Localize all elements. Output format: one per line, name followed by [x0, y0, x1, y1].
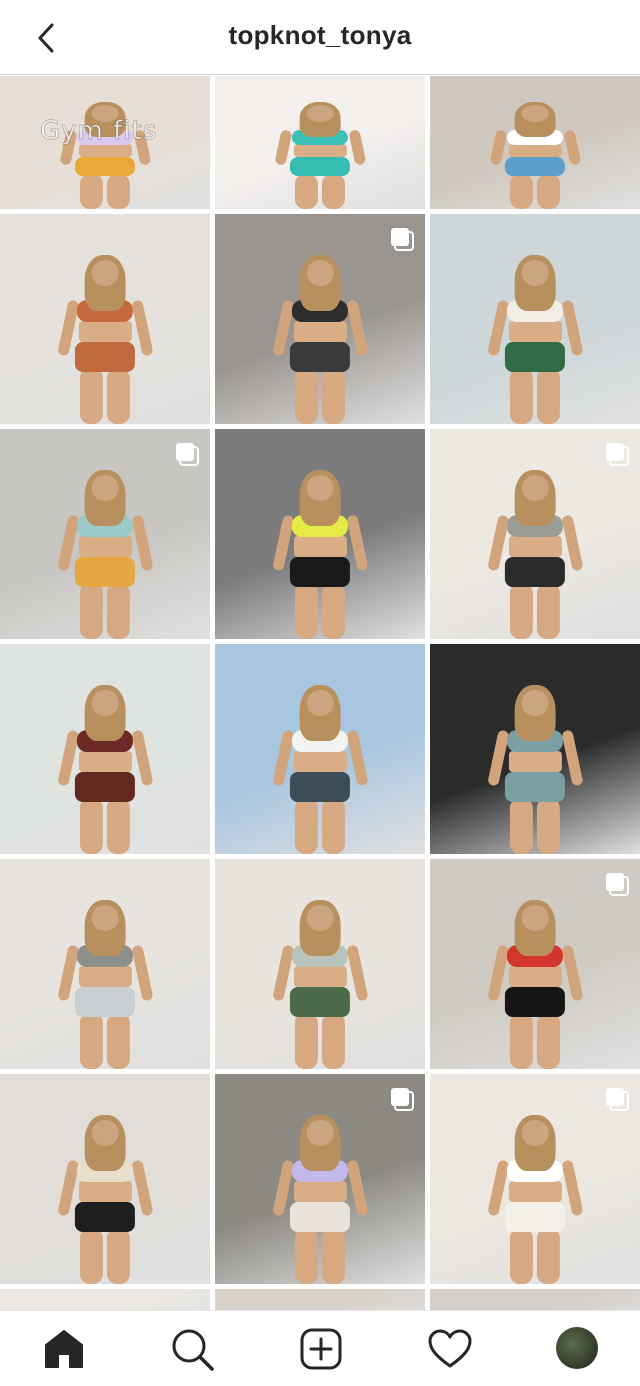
post-overlay-text: Gym fits [39, 116, 158, 147]
carousel-icon [606, 873, 629, 896]
post-photo-subject [486, 900, 584, 1069]
grid-post-tile[interactable] [430, 644, 640, 854]
grid-post-tile[interactable] [0, 644, 210, 854]
post-photo-subject [274, 102, 366, 209]
grid-post-tile[interactable] [215, 1074, 425, 1284]
home-icon[interactable] [40, 1325, 88, 1373]
post-photo-subject [486, 685, 584, 854]
profile-username-title: topknot_tonya [228, 20, 412, 50]
grid-post-tile[interactable] [215, 214, 425, 424]
profile-avatar[interactable] [556, 1327, 598, 1369]
grid-post-tile[interactable] [430, 859, 640, 1069]
post-photo-subject [486, 1115, 584, 1284]
post-photo-background [0, 1289, 210, 1310]
grid-post-tile[interactable] [430, 429, 640, 639]
post-photo-subject [56, 470, 154, 639]
grid-post-tile[interactable] [0, 1289, 210, 1310]
grid-post-tile[interactable] [0, 214, 210, 424]
carousel-icon [606, 443, 629, 466]
grid-post-tile[interactable] [0, 859, 210, 1069]
post-photo-subject [56, 900, 154, 1069]
photo-grid: Gym fits [0, 76, 640, 1310]
post-photo-subject [271, 900, 369, 1069]
post-photo-background [215, 1289, 425, 1310]
grid-post-tile[interactable]: Gym fits [0, 76, 210, 209]
grid-post-tile[interactable] [430, 1289, 640, 1310]
post-photo-subject [489, 102, 581, 209]
grid-post-tile[interactable] [215, 859, 425, 1069]
grid-post-tile[interactable] [430, 76, 640, 209]
carousel-icon [391, 1088, 414, 1111]
grid-post-tile[interactable] [215, 644, 425, 854]
post-photo-subject [56, 255, 154, 424]
post-photo-background [430, 1289, 640, 1310]
carousel-icon [606, 1088, 629, 1111]
post-photo-subject [56, 685, 154, 854]
carousel-icon [176, 443, 199, 466]
grid-post-tile[interactable] [0, 429, 210, 639]
post-photo-subject [271, 255, 369, 424]
heart-icon[interactable] [426, 1325, 474, 1373]
post-photo-subject [271, 1115, 369, 1284]
grid-post-tile[interactable] [430, 214, 640, 424]
post-photo-subject [271, 685, 369, 854]
grid-post-tile[interactable] [215, 429, 425, 639]
plus-square-icon[interactable] [297, 1325, 345, 1373]
grid-post-tile[interactable] [215, 1289, 425, 1310]
grid-post-tile[interactable] [0, 1074, 210, 1284]
post-photo-subject [271, 470, 369, 639]
post-photo-subject [56, 1115, 154, 1284]
carousel-icon [391, 228, 414, 251]
top-header: topknot_tonya [0, 0, 640, 75]
bottom-navigation-bar [0, 1310, 640, 1386]
grid-post-tile[interactable] [215, 76, 425, 209]
search-icon[interactable] [168, 1325, 216, 1373]
post-photo-subject [486, 255, 584, 424]
grid-post-tile[interactable] [430, 1074, 640, 1284]
post-photo-subject [486, 470, 584, 639]
